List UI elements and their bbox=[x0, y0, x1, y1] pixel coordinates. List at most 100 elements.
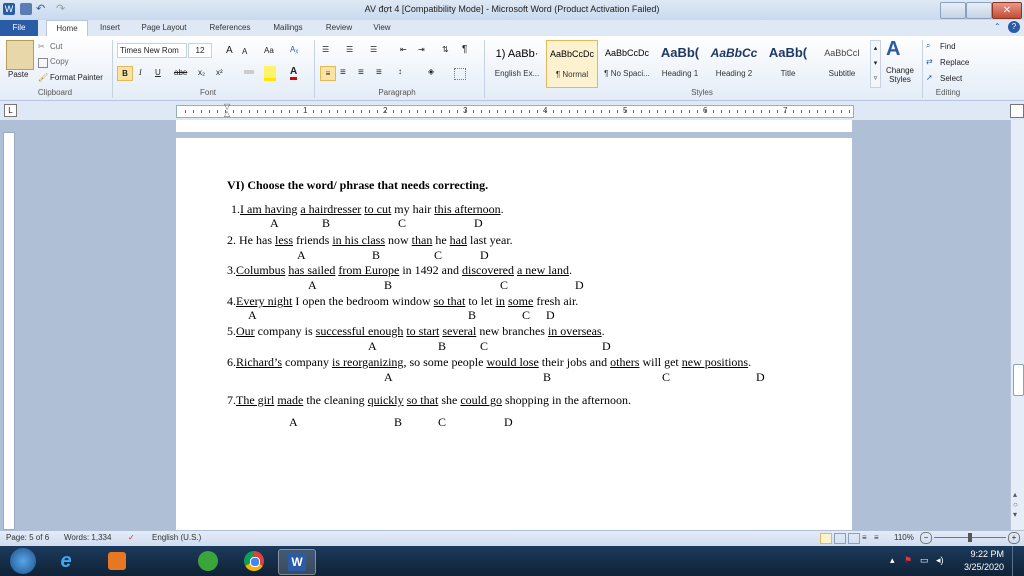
select-icon[interactable]: ➚ bbox=[926, 73, 933, 82]
font-color-icon[interactable]: A bbox=[290, 66, 298, 80]
line-spacing-icon[interactable]: ↕ bbox=[398, 67, 402, 76]
tab-insert[interactable]: Insert bbox=[92, 20, 128, 36]
borders-icon[interactable] bbox=[454, 68, 466, 80]
clear-formatting-icon[interactable]: Aᵪ bbox=[290, 45, 298, 54]
indent-marker-icon[interactable]: ▽ △ bbox=[224, 103, 230, 118]
tab-selector-icon[interactable]: L bbox=[4, 104, 17, 117]
view-ruler-icon[interactable] bbox=[1010, 104, 1024, 118]
vertical-scrollbar[interactable]: ▴ ○ ▾ bbox=[1010, 120, 1024, 530]
cut-button[interactable]: Cut bbox=[50, 42, 62, 51]
draft-view-icon[interactable]: ≡ bbox=[874, 533, 879, 542]
windows-start-icon[interactable] bbox=[10, 548, 36, 574]
paste-icon[interactable] bbox=[6, 40, 34, 70]
subscript-button[interactable]: x₂ bbox=[198, 68, 205, 77]
browse-object-icon[interactable]: ▴ ○ ▾ bbox=[1013, 490, 1018, 520]
style-subtitle[interactable]: AaBbCcI Subtitle bbox=[816, 40, 868, 86]
format-painter-button[interactable]: Format Painter bbox=[50, 73, 103, 82]
outline-view-icon[interactable]: ≡ bbox=[862, 533, 867, 542]
multilevel-list-icon[interactable]: ☰ bbox=[370, 45, 377, 54]
align-right-icon[interactable]: ≡ bbox=[358, 67, 364, 78]
styles-scroll-icon[interactable]: ▴ ▾ ▿ bbox=[870, 40, 881, 88]
tab-home[interactable]: Home bbox=[46, 20, 88, 36]
help-icon[interactable]: ? bbox=[1008, 21, 1020, 33]
superscript-button[interactable]: x² bbox=[216, 68, 223, 77]
decrease-indent-icon[interactable]: ⇤ bbox=[400, 45, 407, 54]
style-normal[interactable]: AaBbCcDc ¶ Normal bbox=[546, 40, 598, 88]
text-effects-icon[interactable] bbox=[244, 70, 254, 74]
italic-button[interactable]: I bbox=[139, 68, 142, 77]
web-layout-view-icon[interactable] bbox=[848, 533, 860, 544]
minimize-button[interactable] bbox=[940, 2, 966, 19]
show-hide-button[interactable]: ¶ bbox=[462, 44, 467, 55]
full-screen-view-icon[interactable] bbox=[834, 533, 846, 544]
language-status[interactable]: English (U.S.) bbox=[152, 533, 201, 542]
undo-icon[interactable]: ↶ bbox=[36, 3, 48, 15]
style-title[interactable]: AaBb( Title bbox=[762, 40, 814, 86]
greenshot-icon[interactable] bbox=[190, 549, 226, 573]
show-desktop-button[interactable] bbox=[1012, 546, 1024, 576]
style-heading-1[interactable]: AaBb( Heading 1 bbox=[656, 40, 704, 86]
style-english-ex[interactable]: 1) AaBb· English Ex... bbox=[490, 40, 544, 86]
word-icon[interactable]: W bbox=[3, 3, 15, 15]
increase-indent-icon[interactable]: ⇥ bbox=[418, 45, 425, 54]
format-painter-icon[interactable]: 🖌 bbox=[38, 73, 48, 82]
copy-icon[interactable] bbox=[38, 58, 48, 68]
page-count-status[interactable]: Page: 5 of 6 bbox=[6, 533, 49, 542]
select-button[interactable]: Select bbox=[940, 74, 962, 83]
proofing-icon[interactable]: ✓ bbox=[128, 533, 135, 542]
close-button[interactable]: ✕ bbox=[992, 2, 1022, 19]
highlight-color-icon[interactable] bbox=[264, 66, 276, 81]
align-left-icon[interactable]: ≡ bbox=[320, 66, 336, 81]
tab-page-layout[interactable]: Page Layout bbox=[134, 20, 194, 36]
volume-icon[interactable]: ◂) bbox=[936, 555, 944, 566]
chrome-icon[interactable] bbox=[236, 549, 272, 573]
zoom-level[interactable]: 110% bbox=[894, 533, 914, 542]
shrink-font-button[interactable]: A bbox=[242, 47, 247, 56]
save-icon[interactable] bbox=[20, 3, 32, 15]
ribbon-minimize-icon[interactable]: ⌃ bbox=[994, 22, 1004, 32]
style-heading-2[interactable]: AaBbCc Heading 2 bbox=[708, 40, 760, 86]
zoom-slider-thumb[interactable] bbox=[968, 533, 972, 542]
word-count-status[interactable]: Words: 1,334 bbox=[64, 533, 111, 542]
change-styles-icon[interactable]: A bbox=[886, 38, 900, 61]
underline-button[interactable]: U bbox=[155, 68, 161, 77]
bullets-icon[interactable]: ☰ bbox=[322, 45, 329, 54]
bold-button[interactable]: B bbox=[117, 66, 133, 81]
media-player-icon[interactable] bbox=[98, 549, 134, 573]
font-name-select[interactable]: Times New Rom bbox=[117, 43, 187, 58]
tab-references[interactable]: References bbox=[200, 20, 260, 36]
internet-explorer-icon[interactable]: e bbox=[48, 549, 84, 573]
change-case-button[interactable]: Aa bbox=[264, 46, 274, 55]
clock-time[interactable]: 9:22 PM bbox=[956, 549, 1004, 559]
cut-icon[interactable]: ✂ bbox=[38, 42, 45, 51]
tab-view[interactable]: View bbox=[364, 20, 400, 36]
replace-button[interactable]: Replace bbox=[940, 58, 969, 67]
paste-button[interactable]: Paste bbox=[8, 70, 28, 79]
font-size-select[interactable]: 12 bbox=[188, 43, 212, 58]
replace-icon[interactable]: ⇄ bbox=[926, 57, 933, 66]
strikethrough-button[interactable]: abe bbox=[174, 68, 187, 77]
numbering-icon[interactable]: ☰ bbox=[346, 45, 353, 54]
horizontal-ruler[interactable]: 1 2 3 4 5 6 7 bbox=[176, 105, 854, 118]
print-layout-view-icon[interactable] bbox=[820, 533, 832, 544]
justify-icon[interactable]: ≡ bbox=[376, 67, 382, 78]
tab-review[interactable]: Review bbox=[318, 20, 360, 36]
grow-font-button[interactable]: A bbox=[226, 45, 233, 56]
word-taskbar-icon[interactable]: W bbox=[278, 549, 316, 575]
action-center-icon[interactable]: ⚑ bbox=[904, 555, 912, 566]
zoom-out-icon[interactable]: − bbox=[920, 532, 932, 544]
shading-icon[interactable]: ◈ bbox=[428, 67, 434, 76]
clock-date[interactable]: 3/25/2020 bbox=[956, 562, 1004, 572]
style-no-spacing[interactable]: AaBbCcDc ¶ No Spaci... bbox=[600, 40, 654, 86]
zoom-in-icon[interactable]: + bbox=[1008, 532, 1020, 544]
align-center-icon[interactable]: ≡ bbox=[340, 67, 346, 78]
copy-button[interactable]: Copy bbox=[50, 57, 69, 66]
find-button[interactable]: Find bbox=[940, 42, 956, 51]
tab-mailings[interactable]: Mailings bbox=[264, 20, 312, 36]
scrollbar-thumb[interactable] bbox=[1013, 364, 1024, 396]
change-styles-button[interactable]: Change Styles bbox=[882, 66, 918, 84]
tray-expand-icon[interactable]: ▴ bbox=[890, 555, 895, 566]
find-icon[interactable]: ⌕ bbox=[926, 41, 930, 51]
network-icon[interactable]: ▭ bbox=[920, 555, 929, 566]
sort-icon[interactable]: ⇅ bbox=[442, 45, 449, 54]
